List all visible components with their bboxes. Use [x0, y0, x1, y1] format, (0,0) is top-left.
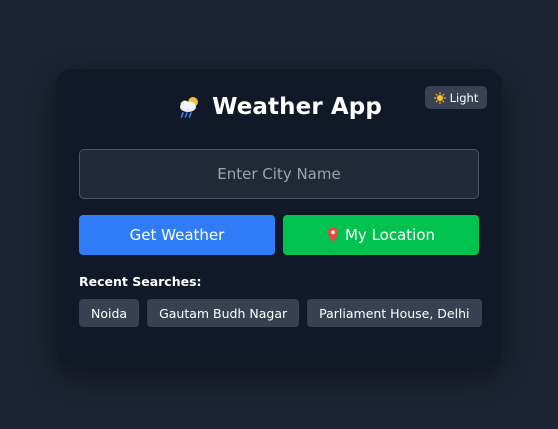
recent-searches-list: Noida Gautam Budh Nagar Parliament House…: [79, 299, 482, 327]
recent-search-chip[interactable]: Noida: [79, 299, 140, 327]
get-weather-button[interactable]: Get Weather: [79, 215, 275, 255]
my-location-button[interactable]: My Location: [283, 215, 479, 255]
pin-icon: [327, 227, 338, 243]
recent-search-chip[interactable]: Parliament House, Delhi: [307, 299, 482, 327]
title-row: Weather App: [56, 94, 502, 120]
my-location-label: My Location: [344, 226, 436, 244]
get-weather-label: Get Weather: [129, 226, 225, 244]
city-search-input[interactable]: [79, 149, 479, 199]
weather-card: Light Weather App Get Weather My Locatio…: [56, 69, 502, 366]
cloud-rain-sun-icon: [180, 97, 199, 118]
recent-searches-heading: Recent Searches:: [79, 274, 202, 289]
page-title: Weather App: [212, 94, 382, 120]
recent-search-chip[interactable]: Gautam Budh Nagar: [147, 299, 300, 327]
